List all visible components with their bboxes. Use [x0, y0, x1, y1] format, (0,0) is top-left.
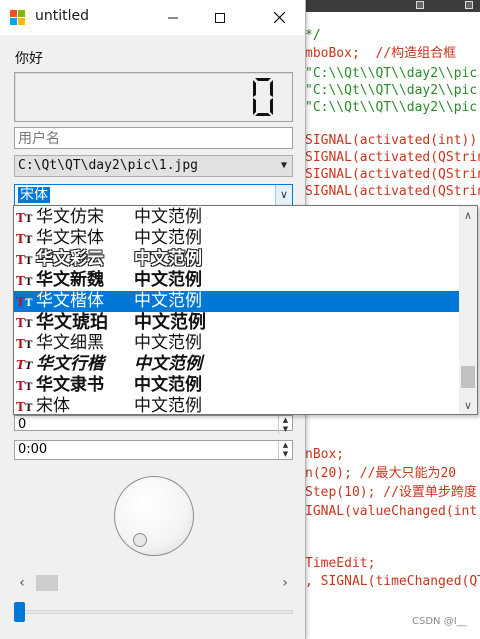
code-line: "C:\\Qt\\QT\\day2\\pic — [305, 100, 478, 115]
font-combo-box[interactable]: 宋体 ∨ — [14, 184, 293, 206]
code-line: mboBox; //构造组合框 — [305, 46, 457, 61]
hello-label: 你好 — [15, 51, 43, 67]
font-name: 华文琥珀 — [36, 312, 108, 333]
lcd-digit — [253, 78, 273, 116]
code-line: TimeEdit; — [305, 556, 376, 571]
font-list-item[interactable]: TT 宋体 中文范例 — [14, 396, 459, 417]
username-input[interactable] — [14, 127, 293, 149]
time-edit[interactable]: 0:00 ▲ ▼ — [14, 440, 293, 460]
window-title: untitled — [35, 8, 90, 24]
minimize-button[interactable] — [150, 0, 196, 35]
code-line: IGNAL(valueChanged(int — [305, 504, 478, 519]
code-line: SIGNAL(activated(QStrin — [305, 150, 480, 165]
close-button[interactable] — [256, 0, 302, 35]
font-name: 华文宋体 — [36, 228, 104, 248]
chevron-down-icon[interactable]: ∨ — [275, 185, 292, 205]
spin-box[interactable]: 0 ▲ ▼ — [14, 415, 293, 434]
chevron-left-icon[interactable]: ‹ — [14, 573, 30, 593]
chevron-right-icon[interactable]: › — [277, 573, 293, 593]
spin-arrows-icon[interactable]: ▲ ▼ — [278, 416, 292, 434]
code-line: SIGNAL(activated(int)) — [305, 133, 478, 148]
dropdown-arrow-icon: ▼ — [280, 160, 287, 171]
scrollbar-thumb[interactable] — [461, 366, 475, 388]
truetype-font-icon: TT — [16, 274, 33, 288]
font-sample: 中文范例 — [134, 354, 202, 374]
lcd-number-display: 0 — [14, 72, 293, 122]
code-line: "C:\\Qt\\QT\\day2\\pic — [305, 83, 478, 98]
code-line: nBox; — [305, 447, 345, 462]
editor-top-bar — [305, 0, 480, 12]
dial[interactable] — [114, 476, 194, 556]
font-dropdown-list[interactable]: TT 华文仿宋 中文范例 TT 华文宋体 中文范例 TT 华文彩云 中文范例 T… — [13, 205, 478, 417]
code-line: SIGNAL(activated(QStrin — [305, 184, 480, 199]
font-list-item-selected[interactable]: TT 华文楷体 中文范例 — [14, 291, 459, 312]
font-name: 华文隶书 — [36, 375, 104, 395]
font-list-item[interactable]: TT 华文隶书 中文范例 — [14, 375, 459, 396]
font-sample: 中文范例 — [134, 312, 206, 333]
font-name: 华文细黑 — [36, 333, 104, 353]
truetype-font-icon: TT — [16, 232, 33, 246]
qt-app-icon — [10, 10, 25, 25]
font-list-item[interactable]: TT 华文宋体 中文范例 — [14, 228, 459, 249]
code-line: Step(10); //设置单步跨度 — [305, 485, 477, 500]
font-sample: 中文范例 — [134, 333, 202, 353]
chevron-up-icon[interactable]: ∧ — [459, 206, 477, 224]
editor-indicator-icon — [465, 1, 473, 9]
truetype-font-icon: TT — [16, 211, 33, 225]
font-name: 华文彩云 — [36, 249, 104, 269]
font-list-item[interactable]: TT 华文细黑 中文范例 — [14, 333, 459, 354]
font-sample: 中文范例 — [134, 396, 202, 416]
maximize-button[interactable] — [197, 0, 243, 35]
dial-notch — [133, 533, 147, 547]
font-combo-value: 宋体 — [18, 187, 50, 203]
spin-box-value: 0 — [18, 417, 27, 432]
scrollbar-thumb[interactable] — [36, 575, 58, 591]
truetype-font-icon: TT — [16, 358, 33, 372]
slider-groove — [14, 610, 293, 614]
horizontal-slider[interactable] — [14, 602, 293, 622]
time-edit-value: 0:00 — [18, 442, 48, 457]
path-combo-value: C:\Qt\QT\day2\pic\1.jpg — [18, 158, 199, 173]
font-name: 华文新魏 — [36, 270, 104, 290]
spin-arrows-icon[interactable]: ▲ ▼ — [278, 441, 292, 459]
font-list-item[interactable]: TT 华文琥珀 中文范例 — [14, 312, 459, 333]
font-name: 华文行楷 — [36, 354, 104, 374]
code-line: SIGNAL(activated(QStrin — [305, 167, 480, 182]
font-sample: 中文范例 — [134, 249, 202, 269]
maximize-icon — [215, 12, 225, 23]
code-line: , SIGNAL(timeChanged(QT — [305, 574, 480, 589]
font-list-item[interactable]: TT 华文行楷 中文范例 — [14, 354, 459, 375]
truetype-font-icon: TT — [16, 316, 33, 330]
truetype-font-icon: TT — [16, 400, 33, 414]
code-line: */ — [305, 28, 321, 43]
font-sample: 中文范例 — [134, 270, 202, 290]
minimize-icon — [168, 17, 178, 18]
close-icon — [273, 12, 285, 23]
font-name: 华文仿宋 — [36, 207, 104, 227]
font-sample: 中文范例 — [134, 291, 202, 311]
editor-indicator-icon — [416, 1, 424, 9]
font-sample: 中文范例 — [134, 375, 202, 395]
font-list-item[interactable]: TT 华文新魏 中文范例 — [14, 270, 459, 291]
code-line: "C:\\Qt\\QT\\day2\\pic — [305, 66, 478, 81]
truetype-font-icon: TT — [16, 379, 33, 393]
truetype-font-icon: TT — [16, 253, 33, 267]
font-list-item[interactable]: TT 华文仿宋 中文范例 — [14, 207, 459, 228]
truetype-font-icon: TT — [16, 337, 33, 351]
font-list-item[interactable]: TT 华文彩云 中文范例 — [14, 249, 459, 270]
list-scrollbar[interactable]: ∧ ∨ — [459, 206, 477, 414]
title-bar[interactable]: untitled — [0, 0, 305, 35]
font-sample: 中文范例 — [134, 228, 202, 248]
path-combo-box[interactable]: C:\Qt\QT\day2\pic\1.jpg ▼ — [14, 155, 293, 177]
code-line: n(20); //最大只能为20 — [305, 466, 457, 481]
slider-handle[interactable] — [14, 602, 25, 622]
horizontal-scrollbar[interactable]: ‹ › — [14, 573, 293, 593]
font-name: 华文楷体 — [36, 291, 104, 311]
watermark: CSDN @I__ — [412, 616, 467, 627]
font-name: 宋体 — [36, 396, 70, 416]
chevron-down-icon[interactable]: ∨ — [459, 396, 477, 414]
font-sample: 中文范例 — [134, 207, 202, 227]
truetype-font-icon: TT — [16, 295, 33, 309]
